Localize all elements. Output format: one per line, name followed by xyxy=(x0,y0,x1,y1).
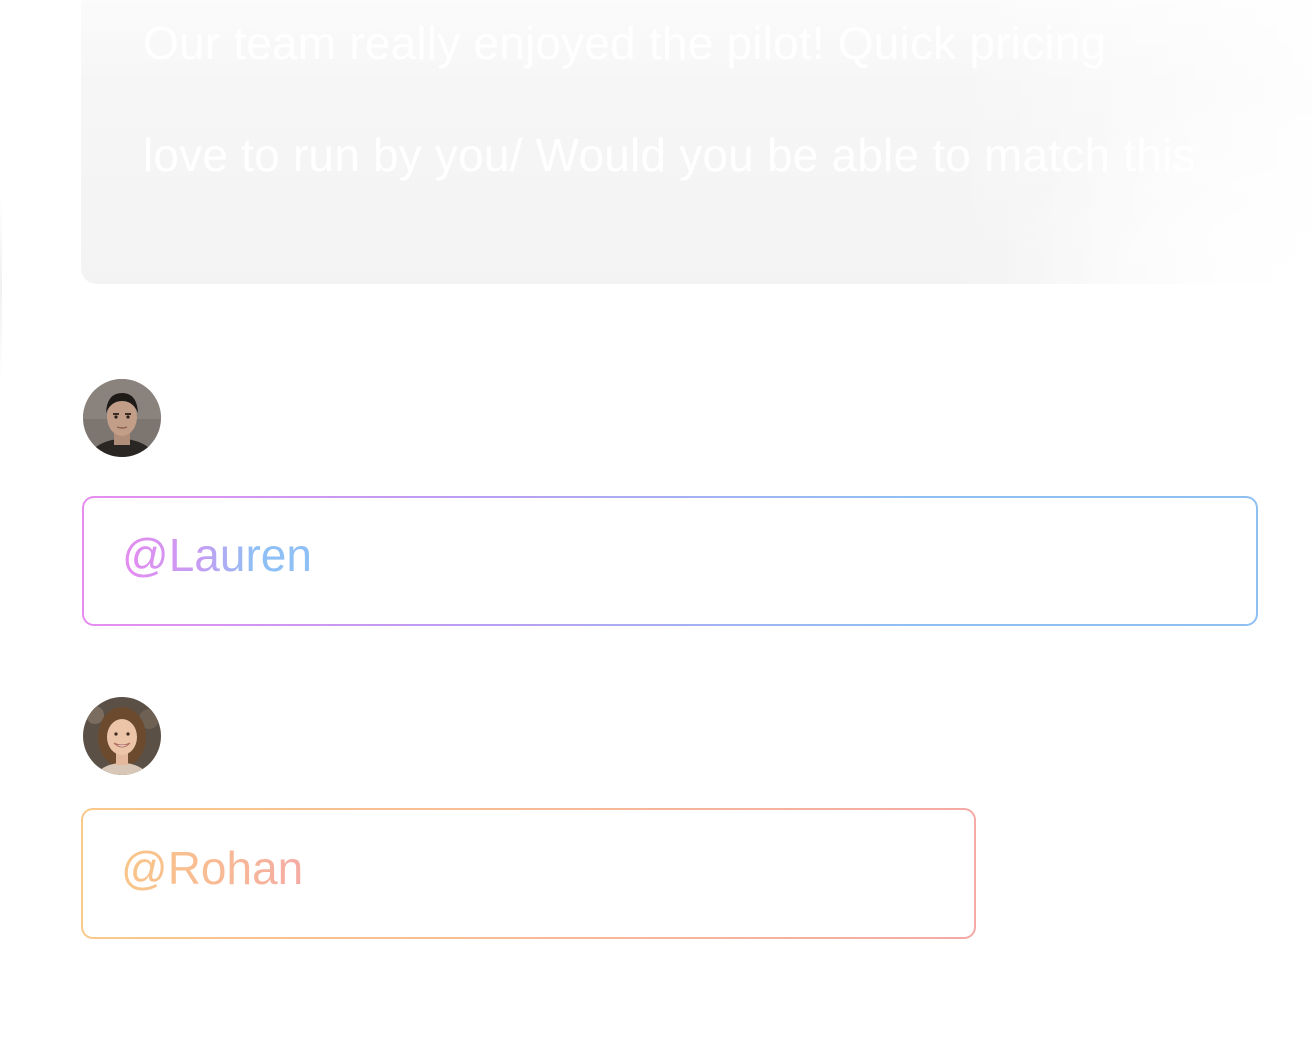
avatar xyxy=(83,379,161,457)
mention-tag[interactable]: @Lauren xyxy=(122,528,312,582)
reply-input[interactable]: @Lauren xyxy=(82,496,1258,626)
divider xyxy=(0,195,2,380)
reply-input[interactable]: @Rohan xyxy=(81,808,976,939)
avatar xyxy=(83,697,161,775)
mention-tag[interactable]: @Rohan xyxy=(121,841,303,895)
comment-thread-view: Our team really enjoyed the pilot! Quick… xyxy=(0,0,1312,1040)
email-preview-card: Our team really enjoyed the pilot! Quick… xyxy=(81,0,1312,284)
email-text-line: love to run by you/ Would you be able to… xyxy=(143,129,1196,181)
email-text-line: Our team really enjoyed the pilot! Quick… xyxy=(143,17,1107,69)
